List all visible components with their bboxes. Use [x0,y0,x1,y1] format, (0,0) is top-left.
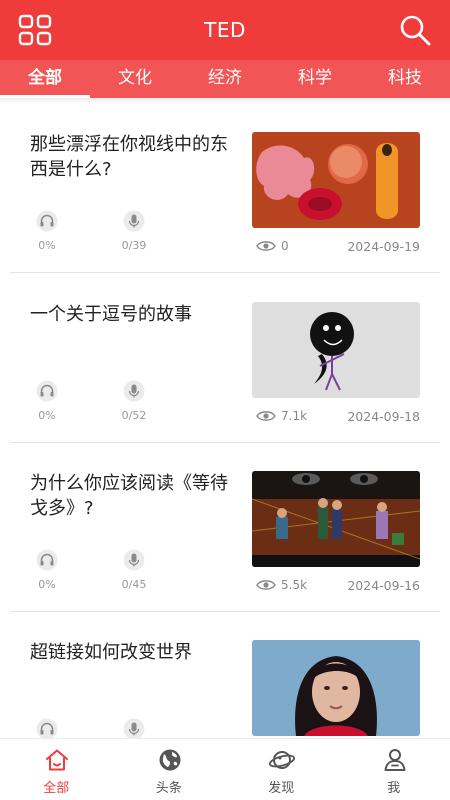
listen-stat[interactable]: 0% [27,549,67,591]
app-title: TED [204,18,246,42]
view-count: 5.5k [256,577,307,593]
app-header: TED [0,0,450,60]
tab-science[interactable]: 科学 [270,60,360,98]
nav-label: 头条 [155,781,182,796]
headphones-icon [36,210,58,232]
speak-stat[interactable] [114,718,154,738]
article-card[interactable]: 超链接如何改变世界 [10,612,440,738]
listen-progress: 0% [38,239,56,252]
article-card[interactable]: 那些漂浮在你视线中的东西是什么? 0% 0/39 0 2024-09-19 [10,104,440,273]
globe-icon [159,749,180,771]
nav-me[interactable]: 我 [338,739,450,800]
tab-all[interactable]: 全部 [0,60,90,98]
nav-all[interactable]: 全部 [0,739,113,800]
user-icon [384,749,405,771]
planet-icon [269,751,295,769]
headphones-icon [36,549,58,571]
eye-icon [256,241,276,251]
publish-date: 2024-09-19 [347,239,420,254]
views-value: 0 [281,239,289,253]
home-icon [46,749,68,771]
speak-progress: 0/52 [121,409,147,422]
article-thumbnail[interactable] [252,640,420,736]
listen-stat[interactable]: 0% [27,210,67,252]
article-thumbnail[interactable] [252,132,420,228]
article-thumbnail[interactable] [252,471,420,567]
article-feed[interactable]: 那些漂浮在你视线中的东西是什么? 0% 0/39 0 2024-09-19 一个… [0,104,450,738]
listen-stat[interactable]: 0% [27,380,67,422]
nav-headlines[interactable]: 头条 [113,739,226,800]
publish-date: 2024-09-18 [347,409,420,424]
speak-progress: 0/39 [121,239,147,252]
article-thumbnail[interactable] [252,302,420,398]
microphone-icon [123,210,145,232]
microphone-icon [123,380,145,402]
nav-label: 发现 [268,781,295,796]
article-title[interactable]: 一个关于逗号的故事 [30,302,235,327]
article-card[interactable]: 一个关于逗号的故事 0% 0/52 7.1k 2024-09-18 [10,274,440,443]
listen-progress: 0% [38,409,56,422]
views-value: 5.5k [281,578,308,592]
microphone-icon [123,718,145,738]
speak-stat[interactable]: 0/52 [114,380,154,422]
listen-stat[interactable] [27,718,67,738]
article-title[interactable]: 为什么你应该阅读《等待戈多》? [30,471,235,521]
nav-discover[interactable]: 发现 [225,739,338,800]
speak-stat[interactable]: 0/39 [114,210,154,252]
speak-stat[interactable]: 0/45 [114,549,154,591]
eye-icon [256,411,276,421]
tab-technology[interactable]: 科技 [360,60,450,98]
views-value: 7.1k [281,409,308,423]
headphones-icon [36,718,58,738]
article-title[interactable]: 超链接如何改变世界 [30,640,235,665]
listen-progress: 0% [38,578,56,591]
view-count: 7.1k [256,408,307,424]
nav-label: 全部 [43,781,70,796]
search-icon[interactable] [398,13,432,47]
article-title[interactable]: 那些漂浮在你视线中的东西是什么? [30,132,235,182]
publish-date: 2024-09-16 [347,578,420,593]
microphone-icon [123,549,145,571]
tab-economy[interactable]: 经济 [180,60,270,98]
tab-culture[interactable]: 文化 [90,60,180,98]
speak-progress: 0/45 [121,578,147,591]
eye-icon [256,580,276,590]
bottom-navigation: 全部 头条 发现 我 [0,738,450,800]
nav-label: 我 [387,781,401,796]
view-count: 0 [256,238,289,254]
article-card[interactable]: 为什么你应该阅读《等待戈多》? 0% 0/45 5.5k 2024-09-16 [10,443,440,612]
category-tabs: 全部 文化 经济 科学 科技 [0,60,450,98]
headphones-icon [36,380,58,402]
